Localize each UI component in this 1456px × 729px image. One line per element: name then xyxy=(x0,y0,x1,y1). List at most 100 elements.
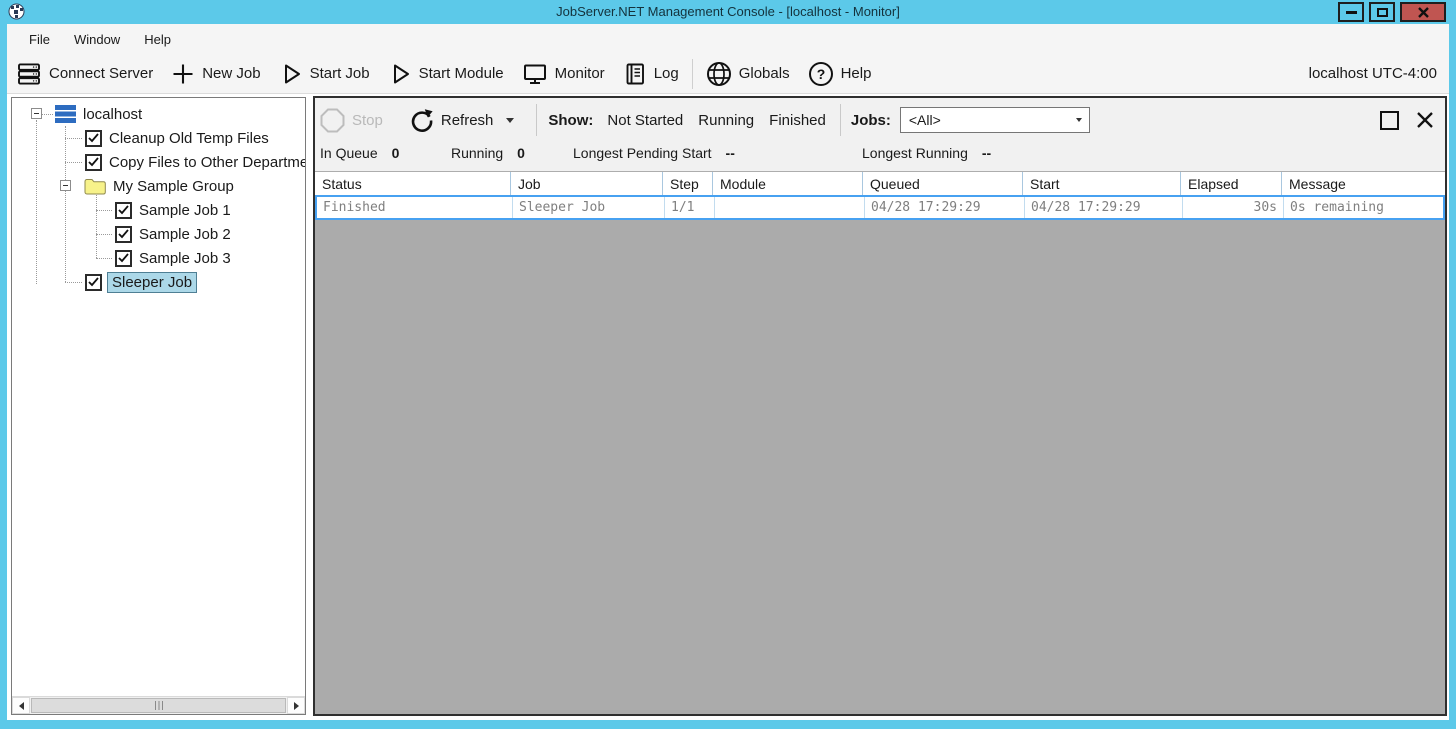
cell-start: 04/28 17:29:29 xyxy=(1025,197,1183,218)
job-tree-panel: localhost Cleanup Old Temp Files Copy Fi… xyxy=(11,97,306,715)
refresh-icon xyxy=(409,108,434,133)
stat-label: Longest Pending Start xyxy=(573,145,712,161)
tree-item-sample-job-1[interactable]: Sample Job 1 xyxy=(115,198,231,222)
scrollbar-thumb[interactable] xyxy=(31,698,286,713)
maximize-button[interactable] xyxy=(1369,2,1395,22)
checkmark-icon xyxy=(88,277,99,287)
monitor-icon xyxy=(522,61,548,87)
tree-item-label[interactable]: Sample Job 2 xyxy=(139,226,231,243)
main-toolbar: Connect Server New Job Start Job Start M… xyxy=(7,54,1449,94)
window-controls xyxy=(1338,2,1446,22)
minimize-button[interactable] xyxy=(1338,2,1364,22)
checkbox-checked[interactable] xyxy=(85,130,102,147)
job-tree: localhost Cleanup Old Temp Files Copy Fi… xyxy=(12,98,305,696)
stop-label: Stop xyxy=(352,112,383,129)
tree-connector-line xyxy=(96,210,112,211)
chevron-down-icon[interactable] xyxy=(506,118,514,123)
checkbox-checked[interactable] xyxy=(115,226,132,243)
tree-expander-localhost[interactable] xyxy=(31,108,42,119)
tree-item-localhost[interactable]: localhost xyxy=(55,102,142,126)
close-icon xyxy=(1418,7,1429,18)
menu-window[interactable]: Window xyxy=(62,28,132,51)
server-timezone-status: localhost UTC-4:00 xyxy=(1309,65,1437,82)
cell-queued: 04/28 17:29:29 xyxy=(865,197,1025,218)
tree-item-sleeper-job[interactable]: Sleeper Job xyxy=(85,270,197,294)
menu-file[interactable]: File xyxy=(17,28,62,51)
tree-connector-line xyxy=(36,120,37,284)
column-header-message[interactable]: Message xyxy=(1282,172,1445,195)
stat-longest-pending-start: Longest Pending Start -- xyxy=(573,145,735,161)
tree-item-label[interactable]: Copy Files to Other Departmen xyxy=(109,154,305,171)
stat-label: Longest Running xyxy=(862,145,968,161)
tree-item-label[interactable]: Cleanup Old Temp Files xyxy=(109,130,269,147)
monitor-button[interactable]: Monitor xyxy=(522,61,605,87)
scrollbar-grip-icon xyxy=(155,701,163,710)
checkbox-checked[interactable] xyxy=(115,202,132,219)
monitor-panel-controls xyxy=(1380,110,1435,130)
tree-connector-line xyxy=(96,258,112,259)
help-icon: ? xyxy=(808,61,834,87)
column-header-queued[interactable]: Queued xyxy=(863,172,1023,195)
tree-horizontal-scrollbar[interactable] xyxy=(12,696,305,714)
stop-button[interactable]: Stop xyxy=(320,108,383,133)
cell-step: 1/1 xyxy=(665,197,715,218)
tree-expander-my-sample-group[interactable] xyxy=(60,180,71,191)
tree-item-cleanup-old-temp-files[interactable]: Cleanup Old Temp Files xyxy=(85,126,269,150)
titlebar: JobServer.NET Management Console - [loca… xyxy=(0,0,1456,24)
globals-button[interactable]: Globals xyxy=(706,61,790,87)
log-button[interactable]: Log xyxy=(623,62,679,86)
toolbar-separator xyxy=(692,59,693,89)
minimize-icon xyxy=(1346,11,1357,14)
tree-item-label[interactable]: localhost xyxy=(83,106,142,123)
column-header-job[interactable]: Job xyxy=(511,172,663,195)
tree-item-my-sample-group[interactable]: My Sample Group xyxy=(84,174,234,198)
tree-item-label-selected[interactable]: Sleeper Job xyxy=(107,272,197,293)
svg-text:?: ? xyxy=(816,66,825,82)
filter-running[interactable]: Running xyxy=(698,112,754,129)
close-button[interactable] xyxy=(1400,2,1446,22)
cell-status: Finished xyxy=(317,197,513,218)
filter-finished[interactable]: Finished xyxy=(769,112,826,129)
stat-value: -- xyxy=(982,145,991,161)
refresh-button[interactable]: Refresh xyxy=(409,108,515,133)
scroll-right-button[interactable] xyxy=(287,697,305,714)
play-icon xyxy=(279,62,303,86)
connect-server-button[interactable]: Connect Server xyxy=(16,61,153,87)
column-header-step[interactable]: Step xyxy=(663,172,713,195)
checkmark-icon xyxy=(118,229,129,239)
column-header-status[interactable]: Status xyxy=(315,172,511,195)
scroll-left-button[interactable] xyxy=(12,697,30,714)
panel-maximize-button[interactable] xyxy=(1380,111,1399,130)
checkbox-checked[interactable] xyxy=(85,274,102,291)
tree-item-label[interactable]: Sample Job 1 xyxy=(139,202,231,219)
menu-help[interactable]: Help xyxy=(132,28,183,51)
chevron-down-icon xyxy=(1076,118,1082,122)
panel-close-button[interactable] xyxy=(1415,110,1435,130)
checkbox-checked[interactable] xyxy=(85,154,102,171)
start-module-button[interactable]: Start Module xyxy=(388,62,504,86)
new-job-button[interactable]: New Job xyxy=(171,62,260,86)
stat-label: In Queue xyxy=(320,145,378,161)
tree-item-sample-job-3[interactable]: Sample Job 3 xyxy=(115,246,231,270)
help-button[interactable]: ? Help xyxy=(808,61,872,87)
jobs-label: Jobs: xyxy=(851,112,891,129)
stat-label: Running xyxy=(451,145,503,161)
column-header-elapsed[interactable]: Elapsed xyxy=(1181,172,1282,195)
tree-item-label[interactable]: Sample Job 3 xyxy=(139,250,231,267)
column-header-module[interactable]: Module xyxy=(713,172,863,195)
cell-message: 0s remaining xyxy=(1284,197,1443,218)
jobs-table: Status Job Step Module Queued Start Elap… xyxy=(315,171,1445,220)
tree-item-copy-files[interactable]: Copy Files to Other Departmen xyxy=(85,150,305,174)
monitor-panel: Stop Refresh Show: Not Started Running F… xyxy=(313,96,1447,716)
table-row-selected[interactable]: Finished Sleeper Job 1/1 04/28 17:29:29 … xyxy=(315,195,1445,220)
filter-not-started[interactable]: Not Started xyxy=(607,112,683,129)
jobs-filter-dropdown[interactable]: <All> xyxy=(900,107,1090,133)
column-header-start[interactable]: Start xyxy=(1023,172,1181,195)
checkbox-checked[interactable] xyxy=(115,250,132,267)
stop-octagon-icon xyxy=(320,108,345,133)
tree-item-label[interactable]: My Sample Group xyxy=(113,178,234,195)
tree-item-sample-job-2[interactable]: Sample Job 2 xyxy=(115,222,231,246)
tree-connector-line xyxy=(65,138,82,139)
start-job-button[interactable]: Start Job xyxy=(279,62,370,86)
chevron-right-icon xyxy=(294,702,299,710)
